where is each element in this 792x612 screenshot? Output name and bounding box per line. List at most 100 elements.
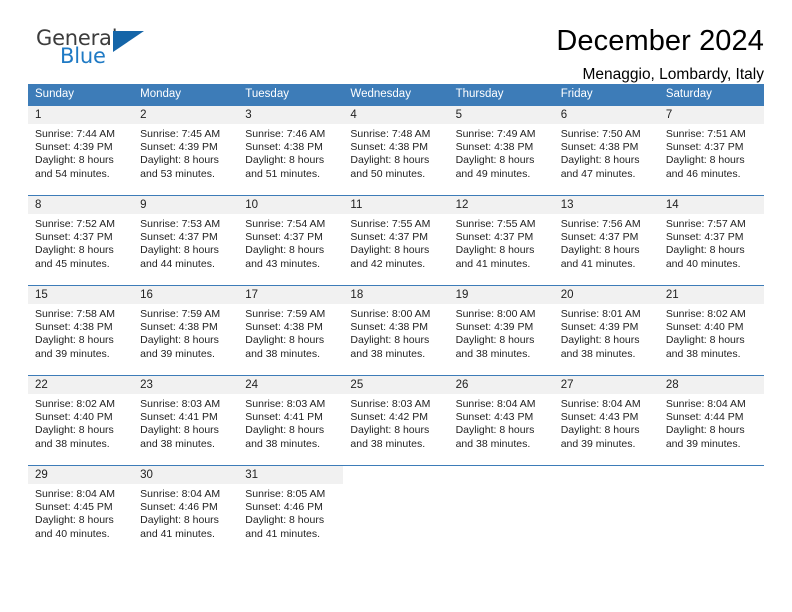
sunset-text: Sunset: 4:39 PM <box>140 141 218 154</box>
day-cell[interactable]: 10 Sunrise: 7:54 AM Sunset: 4:37 PM Dayl… <box>238 196 344 285</box>
sunrise-text: Sunrise: 8:02 AM <box>665 308 746 320</box>
day-cell[interactable]: 7 Sunrise: 7:51 AM Sunset: 4:37 PM Dayli… <box>658 106 764 195</box>
day-cell[interactable]: 4 Sunrise: 7:48 AM Sunset: 4:38 PM Dayli… <box>343 106 449 195</box>
calendar-week-row: 22 Sunrise: 8:02 AM Sunset: 4:40 PM Dayl… <box>28 375 764 465</box>
day-cell[interactable]: 28 Sunrise: 8:04 AM Sunset: 4:44 PM Dayl… <box>658 376 764 465</box>
calendar-page: General Blue December 2024 Menaggio, Lom… <box>0 0 792 612</box>
daylight-text: Daylight: 8 hours and 41 minutes. <box>140 514 219 540</box>
day-cell[interactable]: 22 Sunrise: 8:02 AM Sunset: 4:40 PM Dayl… <box>28 376 134 465</box>
day-number: 11 <box>343 196 449 214</box>
day-cell[interactable]: 6 Sunrise: 7:50 AM Sunset: 4:38 PM Dayli… <box>553 106 659 195</box>
daylight-text: Daylight: 8 hours and 39 minutes. <box>140 334 219 360</box>
sunrise-text: Sunrise: 7:52 AM <box>35 218 115 230</box>
sunrise-text: Sunrise: 7:45 AM <box>140 128 221 140</box>
sunrise-text: Sunrise: 7:55 AM <box>455 218 536 230</box>
sunset-text: Sunset: 4:43 PM <box>455 411 534 424</box>
day-cell[interactable]: 1 Sunrise: 7:44 AM Sunset: 4:39 PM Dayli… <box>28 106 134 195</box>
day-details: Sunrise: 7:57 AM Sunset: 4:37 PM Dayligh… <box>659 214 764 271</box>
day-cell[interactable]: 20 Sunrise: 8:01 AM Sunset: 4:39 PM Dayl… <box>553 286 659 375</box>
daylight-text: Daylight: 8 hours and 50 minutes. <box>350 154 430 180</box>
daylight-text: Daylight: 8 hours and 43 minutes. <box>245 244 325 270</box>
day-cell[interactable]: 24 Sunrise: 8:03 AM Sunset: 4:41 PM Dayl… <box>238 376 344 465</box>
day-cell[interactable]: 13 Sunrise: 7:56 AM Sunset: 4:37 PM Dayl… <box>553 196 659 285</box>
day-cell[interactable]: 3 Sunrise: 7:46 AM Sunset: 4:38 PM Dayli… <box>238 106 344 195</box>
daylight-text: Daylight: 8 hours and 49 minutes. <box>455 154 535 180</box>
sunset-text: Sunset: 4:41 PM <box>245 411 323 424</box>
sunset-text: Sunset: 4:37 PM <box>245 231 323 244</box>
day-cell[interactable]: 17 Sunrise: 7:59 AM Sunset: 4:38 PM Dayl… <box>238 286 344 375</box>
sunset-text: Sunset: 4:37 PM <box>665 231 744 244</box>
day-details: Sunrise: 8:03 AM Sunset: 4:41 PM Dayligh… <box>133 394 238 451</box>
daylight-text: Daylight: 8 hours and 42 minutes. <box>350 244 430 270</box>
daylight-text: Daylight: 8 hours and 38 minutes. <box>35 424 114 450</box>
sunrise-text: Sunrise: 8:04 AM <box>35 488 115 500</box>
day-cell[interactable]: 27 Sunrise: 8:04 AM Sunset: 4:43 PM Dayl… <box>553 376 659 465</box>
day-details: Sunrise: 8:05 AM Sunset: 4:46 PM Dayligh… <box>238 484 343 541</box>
title-block: December 2024 Menaggio, Lombardy, Italy <box>556 26 764 83</box>
day-cell[interactable]: 18 Sunrise: 8:00 AM Sunset: 4:38 PM Dayl… <box>343 286 449 375</box>
day-details: Sunrise: 8:02 AM Sunset: 4:40 PM Dayligh… <box>659 304 764 361</box>
day-details: Sunrise: 8:04 AM Sunset: 4:43 PM Dayligh… <box>554 394 659 451</box>
day-number: 13 <box>553 196 659 214</box>
day-cell[interactable]: 12 Sunrise: 7:55 AM Sunset: 4:37 PM Dayl… <box>448 196 554 285</box>
day-details: Sunrise: 7:58 AM Sunset: 4:38 PM Dayligh… <box>28 304 133 361</box>
sunset-text: Sunset: 4:39 PM <box>455 321 534 334</box>
sunset-text: Sunset: 4:37 PM <box>560 231 639 244</box>
calendar-week-row: 29 Sunrise: 8:04 AM Sunset: 4:45 PM Dayl… <box>28 465 764 555</box>
sunset-text: Sunset: 4:38 PM <box>455 141 534 154</box>
day-details: Sunrise: 7:59 AM Sunset: 4:38 PM Dayligh… <box>238 304 343 361</box>
daylight-text: Daylight: 8 hours and 46 minutes. <box>665 154 745 180</box>
sunrise-text: Sunrise: 8:04 AM <box>455 398 536 410</box>
day-number: 7 <box>658 106 764 124</box>
day-cell[interactable]: 9 Sunrise: 7:53 AM Sunset: 4:37 PM Dayli… <box>133 196 239 285</box>
sunset-text: Sunset: 4:37 PM <box>35 231 113 244</box>
page-header: General Blue December 2024 Menaggio, Lom… <box>28 0 764 83</box>
day-number: 8 <box>28 196 134 214</box>
sunset-text: Sunset: 4:44 PM <box>665 411 744 424</box>
daylight-text: Daylight: 8 hours and 38 minutes. <box>245 424 325 450</box>
day-number: 9 <box>133 196 239 214</box>
day-cell[interactable]: 2 Sunrise: 7:45 AM Sunset: 4:39 PM Dayli… <box>133 106 239 195</box>
day-cell[interactable]: 25 Sunrise: 8:03 AM Sunset: 4:42 PM Dayl… <box>343 376 449 465</box>
sunrise-text: Sunrise: 8:03 AM <box>245 398 326 410</box>
day-cell[interactable]: 31 Sunrise: 8:05 AM Sunset: 4:46 PM Dayl… <box>238 466 344 555</box>
day-number: 22 <box>28 376 134 394</box>
day-details: Sunrise: 7:48 AM Sunset: 4:38 PM Dayligh… <box>343 124 448 181</box>
day-number: 2 <box>133 106 239 124</box>
day-number: 23 <box>133 376 239 394</box>
sunrise-text: Sunrise: 7:44 AM <box>35 128 115 140</box>
daylight-text: Daylight: 8 hours and 38 minutes. <box>350 334 430 360</box>
day-cell[interactable]: 15 Sunrise: 7:58 AM Sunset: 4:38 PM Dayl… <box>28 286 134 375</box>
day-cell[interactable]: 5 Sunrise: 7:49 AM Sunset: 4:38 PM Dayli… <box>448 106 554 195</box>
sunrise-text: Sunrise: 7:54 AM <box>245 218 326 230</box>
day-cell[interactable]: 16 Sunrise: 7:59 AM Sunset: 4:38 PM Dayl… <box>133 286 239 375</box>
sunrise-text: Sunrise: 8:01 AM <box>560 308 641 320</box>
day-number: 16 <box>133 286 239 304</box>
daylight-text: Daylight: 8 hours and 45 minutes. <box>35 244 114 270</box>
day-cell[interactable]: 11 Sunrise: 7:55 AM Sunset: 4:37 PM Dayl… <box>343 196 449 285</box>
daylight-text: Daylight: 8 hours and 51 minutes. <box>245 154 325 180</box>
day-number: 19 <box>448 286 554 304</box>
day-cell[interactable]: 8 Sunrise: 7:52 AM Sunset: 4:37 PM Dayli… <box>28 196 134 285</box>
sunrise-text: Sunrise: 7:58 AM <box>35 308 115 320</box>
weekday-header-monday: Monday <box>140 88 182 100</box>
day-cell[interactable]: 30 Sunrise: 8:04 AM Sunset: 4:46 PM Dayl… <box>133 466 239 555</box>
sunrise-text: Sunrise: 7:57 AM <box>665 218 746 230</box>
day-number <box>553 466 659 484</box>
day-cell[interactable]: 26 Sunrise: 8:04 AM Sunset: 4:43 PM Dayl… <box>448 376 554 465</box>
day-details: Sunrise: 7:51 AM Sunset: 4:37 PM Dayligh… <box>659 124 764 181</box>
weekday-header-sunday: Sunday <box>35 88 75 100</box>
day-cell[interactable]: 29 Sunrise: 8:04 AM Sunset: 4:45 PM Dayl… <box>28 466 134 555</box>
day-cell[interactable]: 19 Sunrise: 8:00 AM Sunset: 4:39 PM Dayl… <box>448 286 554 375</box>
sunrise-text: Sunrise: 7:53 AM <box>140 218 221 230</box>
sunset-text: Sunset: 4:42 PM <box>350 411 429 424</box>
day-cell[interactable]: 14 Sunrise: 7:57 AM Sunset: 4:37 PM Dayl… <box>658 196 764 285</box>
daylight-text: Daylight: 8 hours and 47 minutes. <box>560 154 640 180</box>
day-number <box>343 466 449 484</box>
day-cell[interactable]: 21 Sunrise: 8:02 AM Sunset: 4:40 PM Dayl… <box>658 286 764 375</box>
day-cell[interactable]: 23 Sunrise: 8:03 AM Sunset: 4:41 PM Dayl… <box>133 376 239 465</box>
sunset-text: Sunset: 4:46 PM <box>245 501 323 514</box>
sunrise-text: Sunrise: 8:05 AM <box>245 488 326 500</box>
calendar-week-row: 15 Sunrise: 7:58 AM Sunset: 4:38 PM Dayl… <box>28 285 764 375</box>
day-number: 29 <box>28 466 134 484</box>
